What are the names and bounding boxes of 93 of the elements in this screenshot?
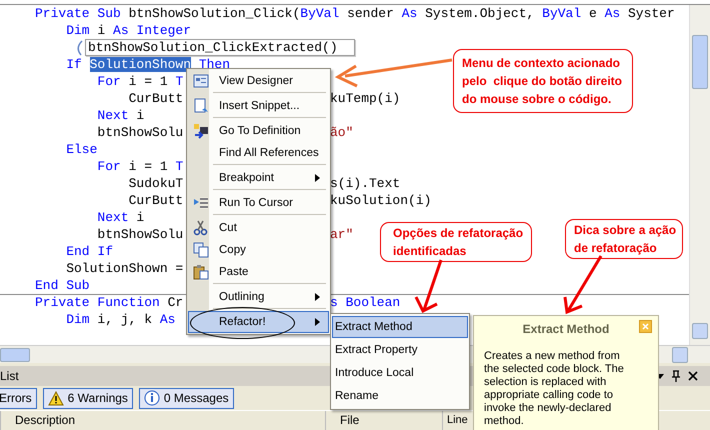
tooltip-title: Extract Method: [522, 322, 610, 336]
code-token: btnShowSolu: [96, 227, 184, 242]
code-token: i: [135, 210, 144, 225]
code-token: Next: [96, 108, 129, 123]
scroll-down-button[interactable]: [692, 323, 708, 340]
menu-item[interactable]: Cut: [188, 217, 329, 239]
scroll-right-button[interactable]: [672, 346, 688, 363]
designer-icon: [193, 73, 209, 89]
menu-item[interactable]: Refactor!: [188, 311, 329, 333]
menu-item[interactable]: Paste: [188, 261, 329, 286]
code-token: btnShowSolu: [96, 125, 184, 140]
submenu-arrow-icon: [315, 174, 320, 182]
code-token: As: [402, 6, 418, 21]
code-token: Cr: [166, 295, 184, 310]
column-header[interactable]: Description: [0, 411, 325, 430]
clipboard-icon: [193, 264, 209, 280]
filter-button[interactable]: Errors: [0, 388, 37, 409]
pin-icon[interactable]: [672, 370, 680, 382]
code-token: End Sub: [35, 278, 90, 293]
code-token: i, j, k: [96, 312, 154, 327]
scissors-icon: [193, 220, 209, 236]
code-token: SolutionShown =: [65, 261, 184, 276]
code-token: For: [96, 159, 121, 174]
callout-note: Opções de refatoração identificadas: [380, 222, 532, 262]
menu-item[interactable]: Extract Method: [332, 316, 468, 338]
tooltip-text: Creates a new method from the selected code block. The selection is replaced with appropriate calling code to invoke the newly-declared method.: [484, 350, 625, 428]
code-token: i = 1: [128, 74, 169, 89]
scrollbar-thumb[interactable]: [0, 348, 30, 362]
document-icon: [193, 98, 209, 114]
menu-item[interactable]: Run To Cursor: [188, 192, 329, 217]
filter-button[interactable]: 0 Messages: [138, 388, 234, 409]
definition-icon: [193, 123, 209, 139]
copy-icon: [193, 242, 209, 258]
menu-item[interactable]: Insert Snippet...: [188, 95, 329, 120]
code-token: i: [96, 23, 106, 38]
code-token: Private Function: [35, 295, 160, 310]
vertical-scrollbar[interactable]: [689, 5, 710, 346]
code-token: As Integer: [113, 23, 192, 38]
code-token: kuSolution(i): [330, 192, 432, 209]
menu-item[interactable]: Breakpoint: [188, 167, 329, 192]
menu-item[interactable]: Find All References: [188, 142, 329, 167]
code-token: T: [175, 74, 184, 89]
callout-note: Dica sobre a ação de refatoração: [565, 219, 684, 259]
code-token: Else: [65, 142, 98, 157]
close-icon[interactable]: [688, 371, 698, 382]
code-token: btnShowSolution_Click(: [128, 6, 300, 21]
submenu-arrow-icon: [315, 293, 320, 301]
info-icon: [144, 390, 160, 406]
menu-item[interactable]: View Designer: [188, 70, 329, 95]
code-token: CurButt: [128, 91, 184, 106]
code-token: ão": [330, 124, 354, 141]
code-token: s Boolean: [330, 294, 400, 311]
code-token: Next: [96, 210, 129, 225]
code-token: End If: [65, 244, 114, 259]
callout-arrow: [414, 260, 442, 314]
code-token: kuTemp(i): [330, 90, 400, 107]
callout-note: Menu de contexto acionado pelo clique do botão direito do mouse sobre o código.: [453, 49, 634, 113]
code-token: Dim: [65, 23, 90, 38]
code-token: System.Object,: [424, 6, 536, 21]
code-token: If: [65, 57, 83, 72]
code-token: i: [135, 108, 144, 123]
warning-icon: [48, 390, 64, 406]
code-token: Private Sub: [35, 6, 121, 21]
code-token: s(i).Text: [330, 175, 400, 192]
callout-arrow: [564, 255, 602, 314]
smart-tag-preview: btnShowSolution_ClickExtracted(): [85, 39, 355, 56]
menu-item[interactable]: Copy: [188, 239, 329, 261]
code-token: e: [588, 6, 598, 21]
selected-code: SolutionShown: [90, 57, 192, 72]
code-token: As: [604, 6, 620, 21]
menu-item[interactable]: Go To Definition: [188, 120, 329, 142]
code-token: Syster: [626, 6, 675, 21]
scrollbar-thumb[interactable]: [692, 35, 708, 89]
code-token: ByVal: [542, 6, 582, 21]
code-token: i = 1: [128, 159, 169, 174]
menu-item[interactable]: Outlining: [188, 286, 329, 311]
menu-item[interactable]: Rename: [332, 385, 468, 407]
code-token: ar": [330, 226, 354, 243]
code-token: Then: [198, 57, 230, 72]
code-token: ByVal: [300, 6, 340, 21]
code-token: T: [175, 159, 184, 174]
code-token: SudokuT: [128, 176, 184, 191]
menu-item[interactable]: Introduce Local: [332, 362, 468, 384]
code-token: sender: [346, 6, 395, 21]
panel-title: List: [0, 369, 19, 384]
code-token: CurButt: [128, 193, 184, 208]
filter-button[interactable]: 6 Warnings: [42, 388, 133, 409]
menu-item[interactable]: Extract Property: [332, 339, 468, 361]
column-header[interactable]: File: [325, 411, 442, 430]
code-token: Dim: [65, 312, 90, 327]
code-token: As: [160, 312, 176, 327]
submenu-arrow-icon: [315, 318, 320, 326]
code-token: For: [96, 74, 121, 89]
